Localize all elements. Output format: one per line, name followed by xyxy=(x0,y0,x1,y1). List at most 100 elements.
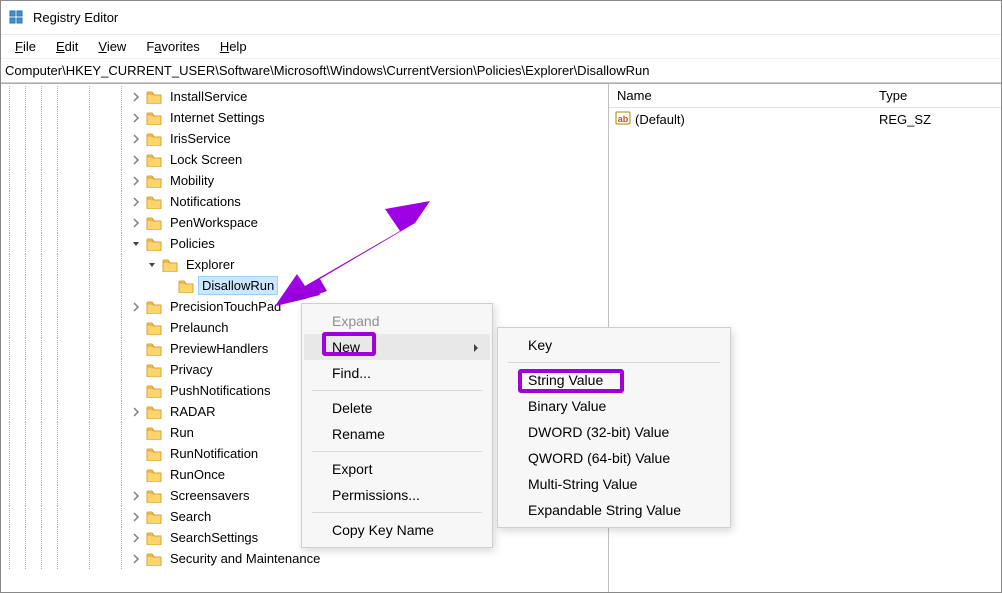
tree-item[interactable]: Internet Settings xyxy=(1,107,608,128)
chevron-none xyxy=(129,447,143,461)
tree-item-label: Mobility xyxy=(166,171,218,190)
window-title: Registry Editor xyxy=(33,10,118,25)
tree-item-label: DisallowRun xyxy=(198,276,278,295)
tree-item[interactable]: Notifications xyxy=(1,191,608,212)
address-path: Computer\HKEY_CURRENT_USER\Software\Micr… xyxy=(5,63,649,78)
chevron-right-icon[interactable] xyxy=(129,153,143,167)
chevron-none xyxy=(129,468,143,482)
chevron-right-icon[interactable] xyxy=(129,531,143,545)
tree-item-label: Explorer xyxy=(182,255,238,274)
ctx-new-multi-string[interactable]: Multi-String Value xyxy=(500,471,728,497)
tree-item-label: Privacy xyxy=(166,360,217,379)
list-header: Name Type xyxy=(609,84,1001,108)
ctx-new-binary[interactable]: Binary Value xyxy=(500,393,728,419)
menu-file[interactable]: Filedocument.currentScript.previousEleme… xyxy=(5,37,46,56)
value-name-label: (Default) xyxy=(635,112,685,127)
context-menu-new: Key String Value Binary Value DWORD (32-… xyxy=(497,327,731,528)
folder-icon xyxy=(146,216,162,230)
chevron-right-icon[interactable] xyxy=(129,510,143,524)
chevron-right-icon[interactable] xyxy=(129,552,143,566)
tree-item[interactable]: Explorer xyxy=(1,254,608,275)
tree-item[interactable]: Mobility xyxy=(1,170,608,191)
menu-favorites[interactable]: Favorites xyxy=(136,37,209,56)
ctx-new-dword[interactable]: DWORD (32-bit) Value xyxy=(500,419,728,445)
tree-item-label: Lock Screen xyxy=(166,150,246,169)
folder-icon xyxy=(146,321,162,335)
chevron-right-icon[interactable] xyxy=(129,90,143,104)
tree-item-label: Prelaunch xyxy=(166,318,233,337)
column-header-type[interactable]: Type xyxy=(879,88,1001,103)
folder-icon xyxy=(146,90,162,104)
ctx-new-expandable-string[interactable]: Expandable String Value xyxy=(500,497,728,523)
menu-separator xyxy=(312,512,482,513)
chevron-right-icon[interactable] xyxy=(129,195,143,209)
tree-item[interactable]: Lock Screen xyxy=(1,149,608,170)
ctx-new-qword[interactable]: QWORD (64-bit) Value xyxy=(500,445,728,471)
list-row[interactable]: ab (Default) REG_SZ xyxy=(609,108,1001,130)
chevron-right-icon[interactable] xyxy=(129,489,143,503)
folder-icon xyxy=(146,426,162,440)
tree-item-label: RunOnce xyxy=(166,465,229,484)
ctx-permissions[interactable]: Permissions... xyxy=(304,482,490,508)
chevron-right-icon[interactable] xyxy=(129,132,143,146)
tree-item[interactable]: InstallService xyxy=(1,86,608,107)
folder-icon xyxy=(146,111,162,125)
string-value-icon: ab xyxy=(615,110,631,129)
tree-item-label: IrisService xyxy=(166,129,235,148)
folder-icon xyxy=(178,279,194,293)
folder-icon xyxy=(146,489,162,503)
tree-item-label: PreviewHandlers xyxy=(166,339,272,358)
chevron-none xyxy=(129,321,143,335)
tree-item-label: RunNotification xyxy=(166,444,262,463)
svg-text:ab: ab xyxy=(618,114,629,124)
chevron-right-icon[interactable] xyxy=(129,405,143,419)
tree-item-label: SearchSettings xyxy=(166,528,262,547)
column-header-name[interactable]: Name xyxy=(609,88,879,103)
folder-icon xyxy=(146,174,162,188)
chevron-right-icon[interactable] xyxy=(129,111,143,125)
chevron-right-icon[interactable] xyxy=(129,216,143,230)
tree-item[interactable]: Policies xyxy=(1,233,608,254)
tree-item-label: Policies xyxy=(166,234,219,253)
menu-help[interactable]: Help xyxy=(210,37,257,56)
menu-separator xyxy=(312,451,482,452)
menu-bar: Filedocument.currentScript.previousEleme… xyxy=(1,35,1001,59)
address-bar[interactable]: Computer\HKEY_CURRENT_USER\Software\Micr… xyxy=(1,59,1001,83)
ctx-rename[interactable]: Rename xyxy=(304,421,490,447)
ctx-copy-key-name[interactable]: Copy Key Name xyxy=(304,517,490,543)
chevron-down-icon[interactable] xyxy=(129,237,143,251)
chevron-down-icon[interactable] xyxy=(145,258,159,272)
folder-icon xyxy=(146,237,162,251)
ctx-find[interactable]: Find... xyxy=(304,360,490,386)
tree-item[interactable]: Security and Maintenance xyxy=(1,548,608,569)
folder-icon xyxy=(146,363,162,377)
menu-edit[interactable]: Edit xyxy=(46,37,88,56)
tree-item[interactable]: DisallowRun xyxy=(1,275,608,296)
tree-item-label: Search xyxy=(166,507,215,526)
tree-item[interactable]: IrisService xyxy=(1,128,608,149)
chevron-right-icon[interactable] xyxy=(129,300,143,314)
menu-view[interactable]: View xyxy=(88,37,136,56)
chevron-none xyxy=(129,426,143,440)
menu-separator xyxy=(508,362,720,363)
chevron-none xyxy=(129,384,143,398)
ctx-delete[interactable]: Delete xyxy=(304,395,490,421)
menu-separator xyxy=(312,390,482,391)
folder-icon xyxy=(146,447,162,461)
ctx-new-key[interactable]: Key xyxy=(500,332,728,358)
ctx-new[interactable]: New xyxy=(304,334,490,360)
tree-item-label: PenWorkspace xyxy=(166,213,262,232)
folder-icon xyxy=(146,195,162,209)
ctx-expand[interactable]: Expand xyxy=(304,308,490,334)
folder-icon xyxy=(146,384,162,398)
ctx-export[interactable]: Export xyxy=(304,456,490,482)
tree-item[interactable]: PenWorkspace xyxy=(1,212,608,233)
folder-icon xyxy=(146,153,162,167)
ctx-new-string[interactable]: String Value xyxy=(500,367,728,393)
tree-item-label: Notifications xyxy=(166,192,245,211)
tree-item-label: Run xyxy=(166,423,198,442)
tree-item-label: RADAR xyxy=(166,402,220,421)
folder-icon xyxy=(162,258,178,272)
folder-icon xyxy=(146,510,162,524)
chevron-right-icon[interactable] xyxy=(129,174,143,188)
